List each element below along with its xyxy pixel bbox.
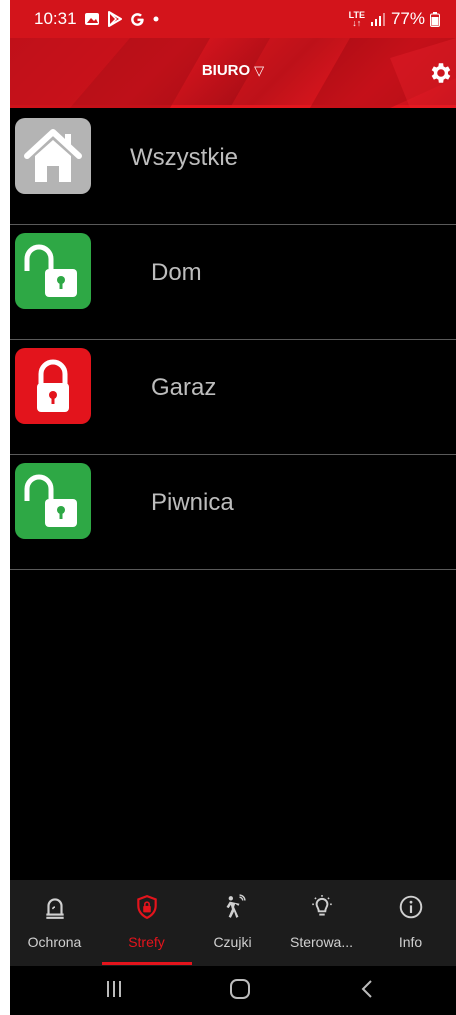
site-selector[interactable]: BIURO ▽ [10, 62, 456, 79]
zone-badge [15, 118, 91, 194]
notification-dot-icon [153, 16, 159, 22]
zone-badge [15, 348, 91, 424]
nav-item-strefy[interactable]: Strefy [102, 880, 191, 966]
home-icon [24, 129, 82, 182]
nav-label: Ochrona [27, 934, 82, 950]
light-bulb-icon [312, 895, 332, 916]
dropdown-triangle-icon: ▽ [254, 63, 265, 78]
gear-icon[interactable] [428, 60, 454, 86]
home-button-icon[interactable] [229, 978, 251, 1000]
play-store-icon [107, 11, 122, 27]
info-icon [399, 895, 423, 919]
app-screen: 10:31 LTE ↓↑ 77% BIURO ▽ Wszystkie Dom G… [10, 0, 456, 1015]
site-title: BIURO [201, 62, 251, 79]
bell-icon [46, 898, 64, 919]
zone-label: Piwnica [151, 489, 234, 516]
zone-label: Garaz [151, 374, 217, 401]
battery-icon [430, 11, 440, 27]
system-navigation-bar [10, 966, 456, 1015]
nav-label: Czujki [213, 934, 252, 950]
locked-icon [37, 359, 69, 412]
unlocked-icon [24, 474, 77, 527]
app-header: BIURO ▽ [10, 38, 456, 108]
zone-row-dom[interactable]: Dom [10, 225, 456, 340]
zone-badge [15, 463, 91, 539]
zone-row-wszystkie[interactable]: Wszystkie [10, 110, 456, 225]
network-type: LTE ↓↑ [348, 10, 365, 28]
nav-label: Strefy [128, 934, 165, 950]
bottom-navigation: Ochrona Strefy Czujki Sterowa... Info [10, 880, 456, 966]
nav-item-sterowanie[interactable]: Sterowa... [277, 880, 366, 966]
status-bar: 10:31 LTE ↓↑ 77% [10, 0, 456, 38]
recent-apps-icon[interactable] [104, 978, 124, 1000]
nav-label: Info [398, 934, 423, 950]
zone-list: Wszystkie Dom Garaz Piwnica [10, 110, 456, 570]
battery-percent: 77% [390, 9, 425, 28]
nav-item-czujki[interactable]: Czujki [188, 880, 277, 966]
zone-label: Wszystkie [130, 144, 238, 171]
motion-sensor-icon [226, 894, 246, 918]
google-icon [130, 12, 144, 26]
active-tab-indicator [102, 962, 192, 965]
gallery-icon [84, 13, 99, 25]
back-icon[interactable] [358, 978, 376, 1000]
zone-label: Dom [151, 259, 202, 286]
nav-label: Sterowa... [289, 934, 354, 950]
shield-lock-icon [137, 895, 157, 920]
zone-row-garaz[interactable]: Garaz [10, 340, 456, 455]
zone-badge [15, 233, 91, 309]
status-time: 10:31 [34, 9, 77, 28]
zone-row-piwnica[interactable]: Piwnica [10, 455, 456, 570]
signal-icon [370, 13, 385, 26]
nav-item-ochrona[interactable]: Ochrona [10, 880, 99, 966]
unlocked-icon [24, 244, 77, 297]
nav-item-info[interactable]: Info [366, 880, 455, 966]
